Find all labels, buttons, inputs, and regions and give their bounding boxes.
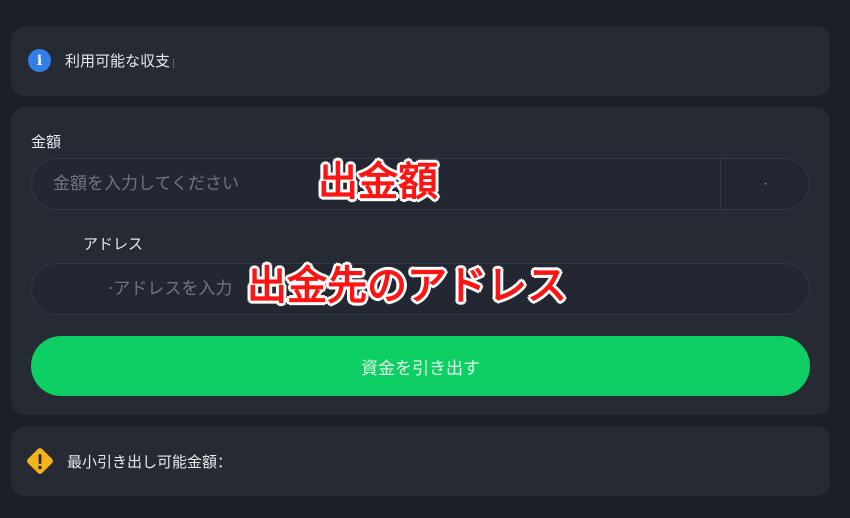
annotation-address: 出金先のアドレス xyxy=(247,263,567,309)
currency-selector[interactable]: · xyxy=(721,159,810,209)
amount-label: 金額 xyxy=(31,133,62,151)
withdraw-page: i 利用可能な収支 金額 · アドレス 資金を引き出す 最小引き出し可能金額： … xyxy=(0,0,850,518)
minimum-withdrawal-row: 最小引き出し可能金額： xyxy=(25,446,232,476)
minimum-withdrawal-card: 最小引き出し可能金額： xyxy=(11,426,830,496)
available-balance-row: i 利用可能な収支 xyxy=(28,49,175,72)
info-icon: i xyxy=(28,49,51,72)
address-label: アドレス xyxy=(83,235,144,253)
annotation-amount: 出金額 xyxy=(318,159,438,205)
warning-icon xyxy=(27,448,53,474)
available-balance-card: i 利用可能な収支 xyxy=(11,26,830,96)
available-balance-label: 利用可能な収支 xyxy=(65,50,175,71)
minimum-withdrawal-label: 最小引き出し可能金額： xyxy=(67,452,233,471)
withdraw-button[interactable]: 資金を引き出す xyxy=(31,336,810,396)
withdraw-form: 金額 · アドレス 資金を引き出す xyxy=(11,107,830,415)
